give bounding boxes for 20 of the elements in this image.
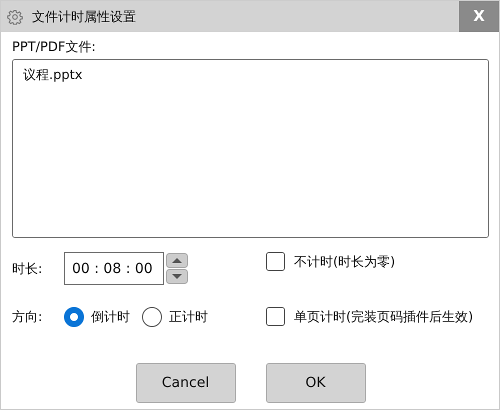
direction-label: 方向: bbox=[12, 309, 44, 326]
window-title: 文件计时属性设置 bbox=[32, 8, 137, 26]
increment-icon[interactable] bbox=[166, 253, 188, 268]
dialog-button[interactable]: OK bbox=[266, 363, 366, 403]
file-item[interactable]: 议程.pptx bbox=[23, 68, 82, 83]
radio-label: 正计时 bbox=[169, 309, 208, 326]
dialog-button[interactable]: Cancel bbox=[136, 363, 236, 403]
checkbox-label: 单页计时(完装页码插件后生效) bbox=[294, 308, 474, 326]
settings-icon bbox=[7, 8, 23, 24]
radio-button[interactable] bbox=[142, 307, 162, 327]
radio-button[interactable] bbox=[64, 307, 84, 327]
radio-label: 倒计时 bbox=[91, 309, 130, 326]
duration-field[interactable]: 00 : 08 : 00 bbox=[64, 252, 164, 285]
file-label: PPT/PDF文件: bbox=[12, 39, 97, 56]
checkbox-label: 不计时(时长为零) bbox=[294, 254, 396, 270]
checkbox[interactable] bbox=[266, 307, 285, 326]
file-list[interactable]: 议程.pptx bbox=[12, 59, 489, 238]
duration-label: 时长: bbox=[12, 260, 44, 278]
checkbox[interactable] bbox=[266, 252, 285, 271]
decrement-icon[interactable] bbox=[166, 269, 188, 284]
